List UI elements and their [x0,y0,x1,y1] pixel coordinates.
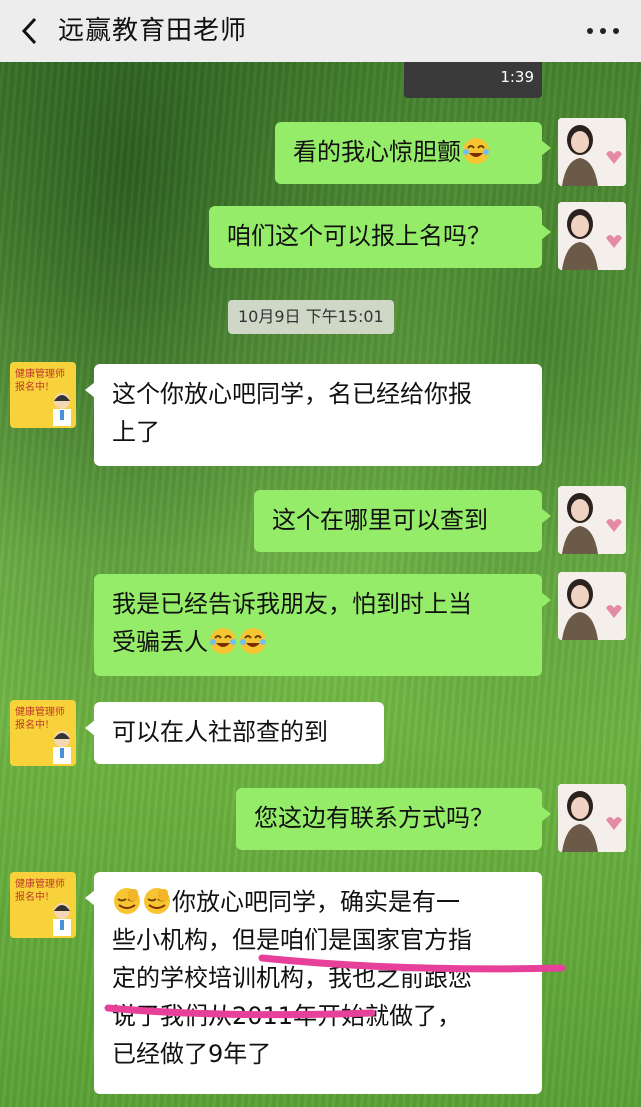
highlight-stroke [104,1004,376,1019]
highlight-underline-strokes [104,954,566,1019]
highlight-stroke [258,954,566,973]
